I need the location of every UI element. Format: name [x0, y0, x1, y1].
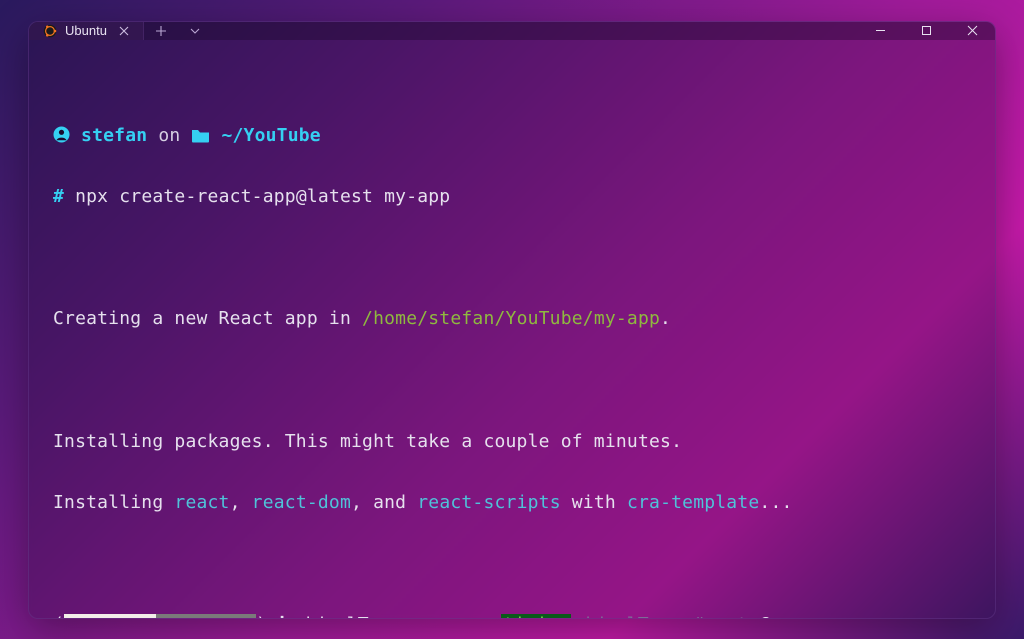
creating-prefix: Creating a new React app in	[53, 308, 362, 329]
creating-path: /home/stefan/YouTube/my-app	[362, 308, 660, 329]
window-controls	[857, 22, 995, 40]
pkg-cra-template: cra-template	[627, 492, 759, 513]
terminal-body[interactable]: stefan on ~/YouTube # npx create-react-a…	[29, 40, 995, 619]
ideal-root: idealTree:#root	[571, 614, 759, 618]
user-icon	[53, 125, 70, 146]
output-installing1: Installing packages. This might take a c…	[53, 427, 971, 458]
ideal-label: idealTree:my-app:	[292, 614, 502, 618]
tab-strip: Ubuntu	[29, 22, 857, 40]
ubuntu-icon	[43, 24, 57, 38]
tab-dropdown-button[interactable]	[178, 22, 212, 40]
terminal-window: Ubuntu stefan on ~/Yo	[28, 21, 996, 619]
spinner-icon: ⠧	[278, 614, 291, 618]
output-installing2: Installing react, react-dom, and react-s…	[53, 488, 971, 519]
folder-icon	[191, 125, 210, 146]
output-creating: Creating a new React app in /home/stefan…	[53, 304, 971, 335]
tab-title: Ubuntu	[65, 23, 107, 38]
pkg-react: react	[174, 492, 229, 513]
pkg-react-dom: react-dom	[252, 492, 351, 513]
close-tab-button[interactable]	[115, 22, 133, 40]
prompt-user: stefan	[81, 125, 147, 146]
timing-badge: timing	[501, 614, 571, 618]
prompt-line: stefan on ~/YouTube	[53, 121, 971, 152]
pkg-react-scripts: react-scripts	[417, 492, 560, 513]
progress-tail: Com	[759, 614, 792, 618]
prompt-hash: #	[53, 186, 64, 207]
prompt-on: on	[147, 125, 191, 146]
installing-prefix: Installing	[53, 492, 174, 513]
maximize-button[interactable]	[903, 22, 949, 40]
titlebar: Ubuntu	[29, 22, 995, 40]
progress-bar	[64, 614, 256, 618]
command-text: npx create-react-app@latest my-app	[75, 186, 450, 207]
minimize-button[interactable]	[857, 22, 903, 40]
prompt-path: ~/YouTube	[221, 125, 320, 146]
progress-line: () ⠧ idealTree:my-app: timing idealTree:…	[53, 610, 971, 618]
close-window-button[interactable]	[949, 22, 995, 40]
new-tab-button[interactable]	[144, 22, 178, 40]
creating-suffix: .	[660, 308, 671, 329]
command-line: # npx create-react-app@latest my-app	[53, 182, 971, 213]
tab-ubuntu[interactable]: Ubuntu	[29, 22, 144, 40]
